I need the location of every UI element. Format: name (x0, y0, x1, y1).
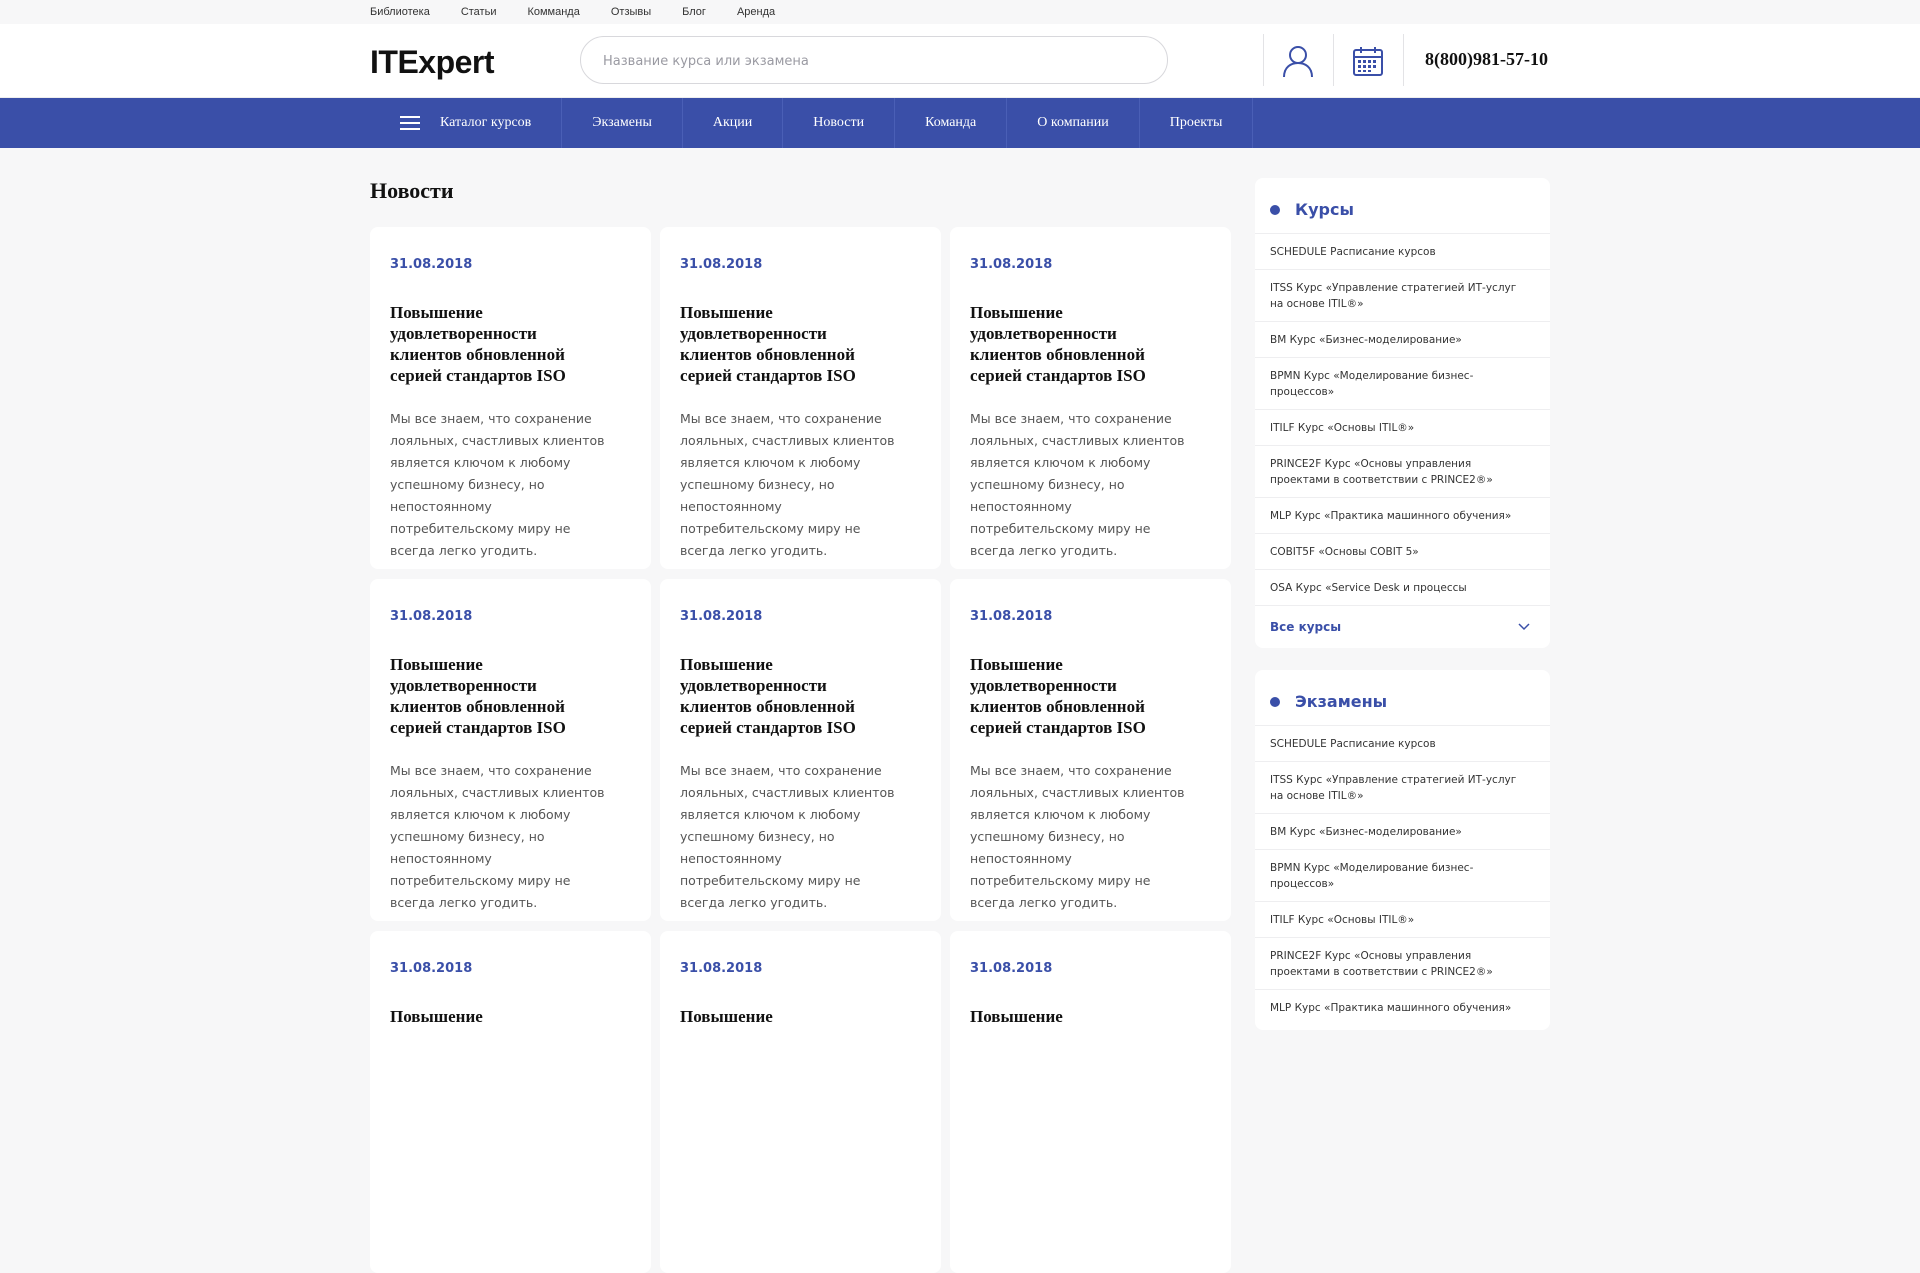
nav-item-label: Каталог курсов (440, 115, 532, 130)
sidebar-header: Экзамены (1255, 670, 1550, 725)
sidebar-exam-item[interactable]: ITSS Курс «Управление стратегией ИТ-услу… (1255, 761, 1550, 813)
sidebar-courses: Курсы SCHEDULE Расписание курсов ITSS Ку… (1255, 178, 1550, 648)
news-title[interactable]: Повышение удовлетворенности клиентов обн… (390, 302, 595, 386)
news-title[interactable]: Повышение удовлетворенности клиентов обн… (970, 654, 1175, 738)
news-date: 31.08.2018 (680, 609, 763, 624)
sidebar-course-item[interactable]: PRINCE2F Курс «Основы управления проекта… (1255, 445, 1550, 497)
calendar-icon[interactable] (1350, 43, 1386, 79)
news-excerpt: Мы все знаем, что сохранение лояльных, с… (970, 763, 1185, 910)
nav-item-projects[interactable]: Проекты (1140, 98, 1254, 148)
nav-item-promotions[interactable]: Акции (683, 98, 784, 148)
all-courses-toggle[interactable]: Все курсы (1255, 605, 1550, 648)
menu-icon (400, 116, 420, 130)
news-card[interactable]: 31.08.2018 Повышение (950, 931, 1231, 1273)
sidebar-course-item[interactable]: ITSS Курс «Управление стратегией ИТ-услу… (1255, 269, 1550, 321)
nav-item-label: Экзамены (592, 115, 652, 130)
news-excerpt: Мы все знаем, что сохранение лояльных, с… (680, 763, 895, 910)
bullet-icon (1270, 204, 1280, 215)
sidebar-header: Курсы (1255, 178, 1550, 233)
nav-item-about[interactable]: О компании (1007, 98, 1140, 148)
chevron-down-icon (1518, 623, 1530, 631)
nav-item-label: Проекты (1169, 115, 1223, 130)
sidebar-course-item[interactable]: BM Курс «Бизнес-моделирование» (1255, 321, 1550, 357)
nav-item-label: Команда (925, 115, 977, 130)
news-title[interactable]: Повышение удовлетворенности клиентов обн… (680, 302, 885, 386)
top-link-blog[interactable]: Блог (682, 6, 706, 18)
user-icon[interactable] (1280, 43, 1316, 79)
news-card[interactable]: 31.08.2018 Повышение (370, 931, 651, 1273)
news-excerpt: Мы все знаем, что сохранение лояльных, с… (970, 411, 1185, 558)
header-divider (1403, 34, 1404, 86)
news-date: 31.08.2018 (390, 257, 473, 272)
news-card[interactable]: 31.08.2018 Повышение удовлетворенности к… (370, 579, 651, 921)
sidebar-course-item[interactable]: MLP Курс «Практика машинного обучения» (1255, 497, 1550, 533)
sidebar-title: Экзамены (1295, 692, 1388, 711)
top-link-library[interactable]: Библиотека (370, 6, 430, 18)
nav-item-catalog[interactable]: Каталог курсов (370, 98, 563, 148)
nav-item-exams[interactable]: Экзамены (562, 98, 683, 148)
news-card[interactable]: 31.08.2018 Повышение удовлетворенности к… (370, 227, 651, 569)
search-box (580, 36, 1168, 85)
news-date: 31.08.2018 (390, 961, 473, 976)
sidebar-course-item[interactable]: OSA Курс «Service Desk и процессы (1255, 569, 1550, 605)
header-divider (1333, 34, 1334, 86)
news-excerpt: Мы все знаем, что сохранение лояльных, с… (390, 763, 605, 910)
nav-item-news[interactable]: Новости (783, 98, 896, 148)
sidebar-exams: Экзамены SCHEDULE Расписание курсов ITSS… (1255, 670, 1550, 1030)
news-grid: 31.08.2018 Повышение удовлетворенности к… (370, 227, 1231, 1273)
nav-item-label: Акции (712, 115, 753, 130)
sidebar-title: Курсы (1295, 200, 1354, 219)
news-title[interactable]: Повышение удовлетворенности клиентов обн… (680, 654, 885, 738)
news-date: 31.08.2018 (390, 609, 473, 624)
sidebar-exam-item[interactable]: BPMN Курс «Моделирование бизнес-процессо… (1255, 849, 1550, 901)
news-title[interactable]: Повышение удовлетворенности клиентов обн… (970, 302, 1175, 386)
phone-number[interactable]: 8(800)981-57-10 (1425, 49, 1548, 70)
top-link-articles[interactable]: Статьи (461, 6, 497, 18)
sidebar-exam-item[interactable]: ITILF Курс «Основы ITIL®» (1255, 901, 1550, 937)
top-links-bar: Библиотека Статьи Комманда Отзывы Блог А… (0, 0, 1920, 24)
nav-item-label: О компании (1037, 115, 1109, 130)
sidebar-exam-item[interactable]: SCHEDULE Расписание курсов (1255, 725, 1550, 761)
main-nav: Каталог курсов Экзамены Акции Новости Ко… (0, 98, 1920, 148)
news-card[interactable]: 31.08.2018 Повышение удовлетворенности к… (950, 579, 1231, 921)
sidebar-exam-item[interactable]: MLP Курс «Практика машинного обучения» (1255, 989, 1550, 1025)
news-date: 31.08.2018 (970, 257, 1053, 272)
page-title: Новости (370, 178, 454, 203)
news-date: 31.08.2018 (680, 961, 763, 976)
news-title[interactable]: Повышение удовлетворенности клиентов обн… (390, 654, 595, 738)
nav-item-label: Новости (813, 115, 865, 130)
top-link-reviews[interactable]: Отзывы (611, 6, 651, 18)
news-date: 31.08.2018 (970, 961, 1053, 976)
news-card[interactable]: 31.08.2018 Повышение удовлетворенности к… (660, 579, 941, 921)
search-input[interactable] (601, 37, 1145, 85)
logo[interactable]: ITExpert (370, 44, 495, 81)
news-card[interactable]: 31.08.2018 Повышение (660, 931, 941, 1273)
news-card[interactable]: 31.08.2018 Повышение удовлетворенности к… (950, 227, 1231, 569)
top-links: Библиотека Статьи Комманда Отзывы Блог А… (370, 0, 806, 24)
all-courses-label: Все курсы (1270, 620, 1342, 634)
nav-item-team[interactable]: Команда (895, 98, 1008, 148)
news-excerpt: Мы все знаем, что сохранение лояльных, с… (390, 411, 605, 558)
bullet-icon (1270, 696, 1280, 707)
sidebar-exam-item[interactable]: PRINCE2F Курс «Основы управления проекта… (1255, 937, 1550, 989)
top-link-rent[interactable]: Аренда (737, 6, 775, 18)
news-card[interactable]: 31.08.2018 Повышение удовлетворенности к… (660, 227, 941, 569)
sidebar-course-item[interactable]: ITILF Курс «Основы ITIL®» (1255, 409, 1550, 445)
sidebar-course-item[interactable]: COBIT5F «Основы COBIT 5» (1255, 533, 1550, 569)
news-date: 31.08.2018 (970, 609, 1053, 624)
news-excerpt: Мы все знаем, что сохранение лояльных, с… (680, 411, 895, 558)
news-date: 31.08.2018 (680, 257, 763, 272)
sidebar-course-item[interactable]: BPMN Курс «Моделирование бизнес-процессо… (1255, 357, 1550, 409)
top-link-team[interactable]: Комманда (527, 6, 579, 18)
header-divider (1263, 34, 1264, 86)
sidebar-course-item[interactable]: SCHEDULE Расписание курсов (1255, 233, 1550, 269)
sidebar-exam-item[interactable]: BM Курс «Бизнес-моделирование» (1255, 813, 1550, 849)
site-header: ITExpert 8(800)981-57-10 (0, 24, 1920, 98)
